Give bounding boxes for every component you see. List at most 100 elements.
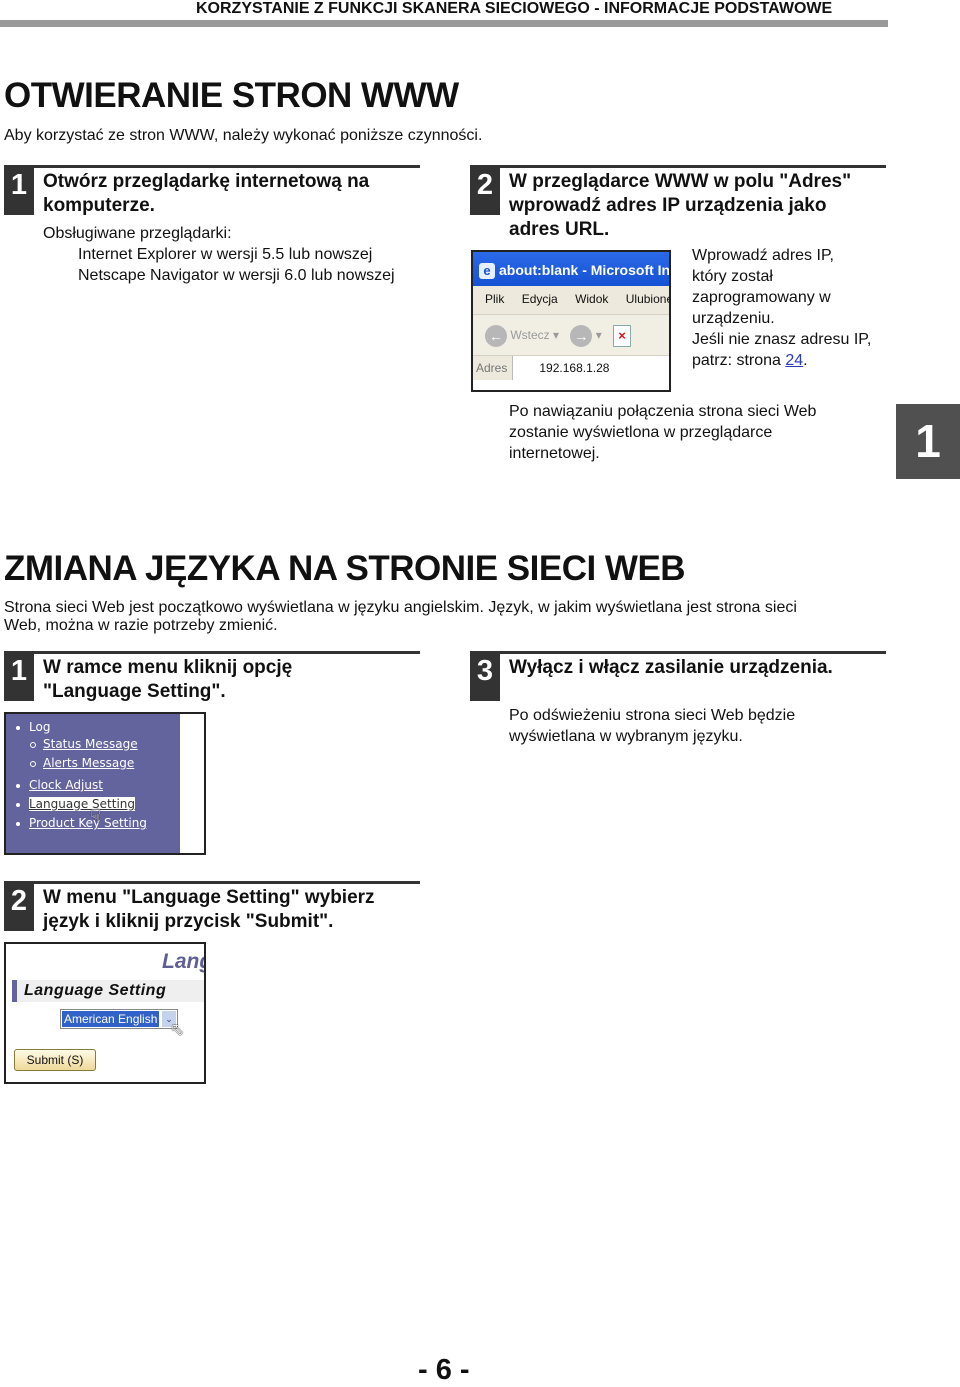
step-title-line: wprowadź adres IP urządzenia jako [509, 195, 827, 216]
circle-bullet-icon [30, 741, 36, 748]
browser-screenshot: e about:blank - Microsoft In Plik Edycja … [471, 250, 671, 392]
browser-menu-item[interactable]: Ulubione [626, 292, 669, 306]
step-rule [4, 881, 420, 884]
address-bar: Adres 192.168.1.28 [473, 355, 669, 380]
step-number-badge: 1 [4, 651, 34, 701]
menu-item-label[interactable]: Clock Adjust [29, 778, 103, 792]
step-number-badge: 2 [4, 881, 34, 931]
language-select[interactable]: American English ⌄ [60, 1009, 178, 1029]
connection-note-line: Po nawiązaniu połączenia strona sieci We… [509, 403, 817, 420]
dropdown-arrow-icon[interactable]: ▾ [553, 328, 562, 342]
browser-menu-item[interactable]: Plik [485, 292, 504, 306]
step-title-line: komputerze. [43, 195, 155, 216]
connection-note-line: internetowej. [509, 445, 600, 462]
address-input[interactable]: 192.168.1.28 [513, 356, 669, 380]
step-title-line: W menu "Language Setting" wybierz [43, 887, 375, 908]
running-header: KORZYSTANIE Z FUNKCJI SKANERA SIECIOWEGO… [196, 0, 833, 17]
step-title: Wyłącz i włącz zasilanie urządzenia. [509, 657, 833, 678]
step-rule [4, 165, 420, 168]
dropdown-arrow-icon[interactable]: ▾ [596, 328, 605, 342]
page-number: - 6 - [418, 1354, 470, 1386]
menu-item-status-message[interactable]: Status Message [30, 737, 138, 751]
menu-item-label[interactable]: Alerts Message [43, 756, 134, 770]
ip-note-line: Wprowadź adres IP, [692, 247, 834, 264]
ip-note-line: zaprogramowany w [692, 289, 831, 306]
forward-arrow-icon[interactable]: → [570, 324, 593, 347]
back-button-label[interactable]: Wstecz [510, 328, 549, 342]
step-title: W ramce menu kliknij opcję "Language Set… [43, 656, 292, 704]
step-rule [470, 165, 886, 168]
ip-note-line: urządzeniu. [692, 310, 775, 327]
bullet-icon [16, 783, 20, 788]
step-rule [4, 651, 420, 654]
supported-browsers-label: Obsługiwane przeglądarki: [43, 225, 232, 242]
step-title-line: W ramce menu kliknij opcję [43, 657, 293, 678]
page-banner: Lang [162, 950, 204, 973]
ip-note-line: który został [692, 268, 773, 285]
menu-item-clock-adjust[interactable]: Clock Adjust [16, 778, 103, 792]
browser-menu-item[interactable]: Edycja [522, 292, 558, 306]
step-number-badge: 2 [470, 165, 500, 215]
menu-item-label[interactable]: Product Key Setting [29, 816, 147, 830]
step-title-line: adres URL. [509, 219, 610, 240]
menu-frame-screenshot: Log Status Message Alerts Message Clock … [4, 712, 206, 855]
step-title: W przeglądarce WWW w polu "Adres" wprowa… [509, 170, 899, 242]
chapter-tab: 1 [896, 404, 960, 479]
step-title-line: W przeglądarce WWW w polu "Adres" [509, 171, 852, 192]
ip-note-ref-suffix: . [803, 352, 808, 369]
ip-note-line: Jeśli nie znasz adresu IP, [692, 331, 872, 348]
restart-note-line: wyświetlana w wybranym języku. [509, 728, 743, 745]
circle-bullet-icon [30, 760, 36, 767]
hand-pointer-icon: ☟ [90, 806, 101, 826]
section-intro: Aby korzystać ze stron WWW, należy wykon… [4, 127, 483, 144]
browser-menu-bar: Plik Edycja Widok Ulubione [473, 286, 669, 315]
section-title-change-language: ZMIANA JĘZYKA NA STRONIE SIECI WEB [4, 549, 686, 588]
ip-note: Wprowadź adres IP, który został zaprogra… [692, 245, 871, 371]
menu-item-label[interactable]: Status Message [43, 737, 138, 751]
step-title-line: "Language Setting". [43, 681, 226, 702]
step-title-line: język i kliknij przycisk "Submit". [43, 911, 334, 932]
bullet-icon [16, 725, 20, 730]
language-setting-heading-text: Language Setting [24, 982, 167, 999]
header-rule [0, 20, 888, 27]
step-number-badge: 3 [470, 651, 500, 701]
language-setting-heading: Language Setting [12, 980, 204, 1002]
internet-explorer-icon: e [479, 263, 495, 280]
step-title: W menu "Language Setting" wybierz język … [43, 886, 375, 934]
language-select-value[interactable]: American English [62, 1011, 160, 1027]
stop-icon[interactable]: × [613, 324, 632, 347]
mouse-cursor-icon: ⬁ [170, 1020, 185, 1039]
step-rule [470, 651, 886, 654]
submit-button[interactable]: Submit (S) [14, 1049, 96, 1071]
browser-menu-item[interactable]: Widok [575, 292, 608, 306]
restart-note: Po odświeżeniu strona sieci Web będzie w… [509, 705, 795, 747]
browser-toolbar: ← Wstecz ▾ → ▾ × [473, 315, 669, 355]
page-reference-link[interactable]: 24 [785, 352, 803, 369]
ip-note-ref: patrz: strona 24. [692, 350, 871, 371]
ip-note-ref-prefix: patrz: strona [692, 352, 786, 369]
menu-item-language-setting[interactable]: Language Setting [16, 797, 136, 811]
supported-browser-netscape: Netscape Navigator w wersji 6.0 lub nows… [78, 267, 395, 284]
step-number-badge: 1 [4, 165, 34, 215]
bullet-icon [16, 802, 20, 807]
connection-note-line: zostanie wyświetlona w przeglądarce [509, 424, 773, 441]
menu-item-label[interactable]: Language Setting [29, 797, 136, 811]
section-intro-line: Web, można w razie potrzeby zmienić. [4, 617, 278, 634]
back-arrow-icon[interactable]: ← [485, 324, 507, 347]
address-label: Adres [473, 356, 514, 380]
browser-title-bar: e about:blank - Microsoft In [473, 252, 669, 286]
menu-item-log: Log [16, 720, 50, 734]
bullet-icon [16, 821, 20, 826]
section-intro-line: Strona sieci Web jest początkowo wyświet… [4, 599, 797, 616]
supported-browser-ie: Internet Explorer w wersji 5.5 lub nowsz… [78, 246, 373, 263]
browser-window-title: about:blank - Microsoft In [499, 262, 671, 278]
menu-item-product-key-setting[interactable]: Product Key Setting [16, 816, 147, 830]
language-setting-screenshot: Lang Language Setting American English ⌄… [4, 942, 206, 1084]
restart-note-line: Po odświeżeniu strona sieci Web będzie [509, 707, 796, 724]
section-title-open-web: OTWIERANIE STRON WWW [4, 76, 459, 115]
menu-item-alerts-message[interactable]: Alerts Message [30, 756, 134, 770]
heading-accent-bar [12, 980, 17, 1002]
step-title: Otwórz przeglądarkę internetową na kompu… [43, 170, 443, 218]
connection-note: Po nawiązaniu połączenia strona sieci We… [509, 401, 816, 464]
menu-item-label: Log [29, 720, 51, 734]
